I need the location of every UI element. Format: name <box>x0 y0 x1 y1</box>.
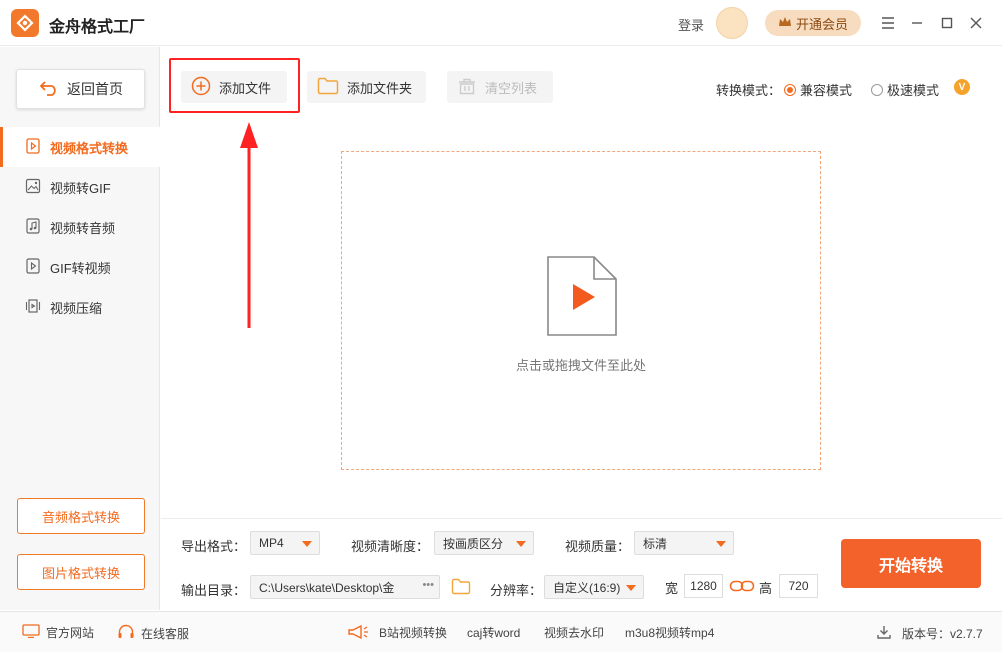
sidebar: 返回首页 视频格式转换 视频转GIF 视频转音频 GIF转视频 视频压缩 音频格… <box>0 47 160 610</box>
resolution-select[interactable]: 自定义(16:9) <box>544 575 644 599</box>
folder-icon[interactable] <box>451 578 471 598</box>
highlight-box <box>169 58 300 113</box>
resolution-label: 分辨率： <box>490 583 543 598</box>
music-file-icon <box>25 217 41 237</box>
sidebar-item-video-to-audio[interactable]: 视频转音频 <box>0 207 160 247</box>
clarity-select[interactable]: 按画质区分 <box>434 531 534 555</box>
folder-icon <box>317 77 339 98</box>
app-title: 金舟格式工厂 <box>49 19 146 36</box>
chevron-down-icon <box>302 541 312 547</box>
output-path-field[interactable]: C:\Users\kate\Desktop\金 ••• <box>250 575 440 599</box>
video-file-icon <box>25 257 41 277</box>
sidebar-item-video-to-gif[interactable]: 视频转GIF <box>0 167 160 207</box>
sidebar-item-video-format[interactable]: 视频格式转换 <box>0 127 160 167</box>
mode-fast-radio[interactable]: 极速模式 <box>871 80 939 99</box>
minimize-icon[interactable] <box>907 13 927 33</box>
title-bar: 金舟格式工厂 登录 开通会员 <box>0 0 1002 46</box>
radio-dot <box>784 83 796 96</box>
width-input[interactable]: 1280 <box>684 574 723 598</box>
video-file-icon <box>547 256 617 336</box>
service-link[interactable]: 在线客服 <box>117 624 189 643</box>
mode-fast-label: 极速模式 <box>887 83 940 98</box>
audio-format-button[interactable]: 音频格式转换 <box>17 498 145 534</box>
sidebar-item-label: 视频转音频 <box>50 220 116 236</box>
compress-icon <box>25 298 41 317</box>
mode-label: 转换模式： <box>716 83 782 98</box>
home-button[interactable]: 返回首页 <box>16 69 145 109</box>
height-input[interactable]: 720 <box>779 574 818 598</box>
app-logo-icon <box>11 9 39 37</box>
maximize-icon[interactable] <box>937 13 957 33</box>
headset-icon <box>117 624 135 643</box>
clear-list-label: 清空列表 <box>485 80 538 96</box>
output-path-value: C:\Users\kate\Desktop\金 <box>259 580 395 595</box>
quality-select[interactable]: 标清 <box>634 531 734 555</box>
footer-link-bilibili[interactable]: B站视频转换 <box>379 624 447 641</box>
vip-badge: V <box>954 79 970 95</box>
sidebar-item-label: 视频压缩 <box>50 300 103 316</box>
footer-link-m3u8[interactable]: m3u8视频转mp4 <box>625 624 714 641</box>
arrow-annotation-icon <box>240 122 258 328</box>
service-label: 在线客服 <box>141 627 190 641</box>
home-button-label: 返回首页 <box>67 81 123 97</box>
height-label: 高 <box>759 581 773 596</box>
version-info: 版本号：v2.7.7 <box>876 624 983 643</box>
website-link[interactable]: 官方网站 <box>22 624 94 641</box>
quality-label: 视频质量： <box>565 539 631 554</box>
output-label: 输出目录： <box>181 583 247 598</box>
radio-dot <box>871 83 883 96</box>
link-icon[interactable] <box>729 579 755 596</box>
sidebar-item-label: 视频转GIF <box>50 180 111 196</box>
clarity-value: 按画质区分 <box>443 536 504 551</box>
sidebar-item-video-compress[interactable]: 视频压缩 <box>0 287 160 327</box>
drop-hint: 点击或拖拽文件至此处 <box>515 358 646 373</box>
footer-link-watermark[interactable]: 视频去水印 <box>544 624 604 641</box>
start-convert-button[interactable]: 开始转换 <box>841 539 981 588</box>
image-icon <box>25 178 41 197</box>
chevron-down-icon <box>516 541 526 547</box>
video-file-icon <box>25 137 41 157</box>
website-label: 官方网站 <box>46 626 95 640</box>
login-link[interactable]: 登录 <box>678 15 704 34</box>
vip-button-label: 开通会员 <box>795 16 848 32</box>
chevron-down-icon <box>716 541 726 547</box>
quality-value: 标清 <box>643 536 668 551</box>
back-arrow-icon <box>39 80 59 99</box>
footer-link-caj[interactable]: caj转word <box>467 624 520 641</box>
format-value: MP4 <box>259 536 284 550</box>
drop-zone[interactable]: 点击或拖拽文件至此处 <box>341 151 821 470</box>
download-icon[interactable] <box>876 624 892 643</box>
add-folder-label: 添加文件夹 <box>347 80 413 96</box>
width-label: 宽 <box>665 581 679 596</box>
menu-icon[interactable] <box>878 13 898 33</box>
chevron-down-icon <box>626 585 636 591</box>
more-dots-button[interactable]: ••• <box>422 579 434 591</box>
format-label: 导出格式： <box>181 539 247 554</box>
monitor-icon <box>22 624 40 641</box>
avatar[interactable] <box>716 7 748 39</box>
sidebar-item-label: GIF转视频 <box>50 260 111 276</box>
clear-list-button[interactable]: 清空列表 <box>447 71 553 103</box>
sidebar-item-gif-to-video[interactable]: GIF转视频 <box>0 247 160 287</box>
close-icon[interactable] <box>966 13 986 33</box>
format-select[interactable]: MP4 <box>250 531 320 555</box>
vip-button[interactable]: 开通会员 <box>765 10 861 36</box>
add-folder-button[interactable]: 添加文件夹 <box>307 71 426 103</box>
resolution-value: 自定义(16:9) <box>553 580 621 595</box>
clarity-label: 视频清晰度： <box>351 539 430 554</box>
sidebar-item-label: 视频格式转换 <box>50 140 129 156</box>
megaphone-icon <box>347 624 369 640</box>
footer: 官方网站 在线客服 B站视频转换 caj转word 视频去水印 m3u8视频转m… <box>0 611 1002 652</box>
mode-compat-radio[interactable]: 兼容模式 <box>784 80 852 99</box>
mode-compat-label: 兼容模式 <box>800 83 853 98</box>
trash-icon <box>457 77 477 98</box>
image-format-button[interactable]: 图片格式转换 <box>17 554 145 590</box>
crown-icon <box>778 16 792 31</box>
version-label: 版本号：v2.7.7 <box>902 627 983 641</box>
